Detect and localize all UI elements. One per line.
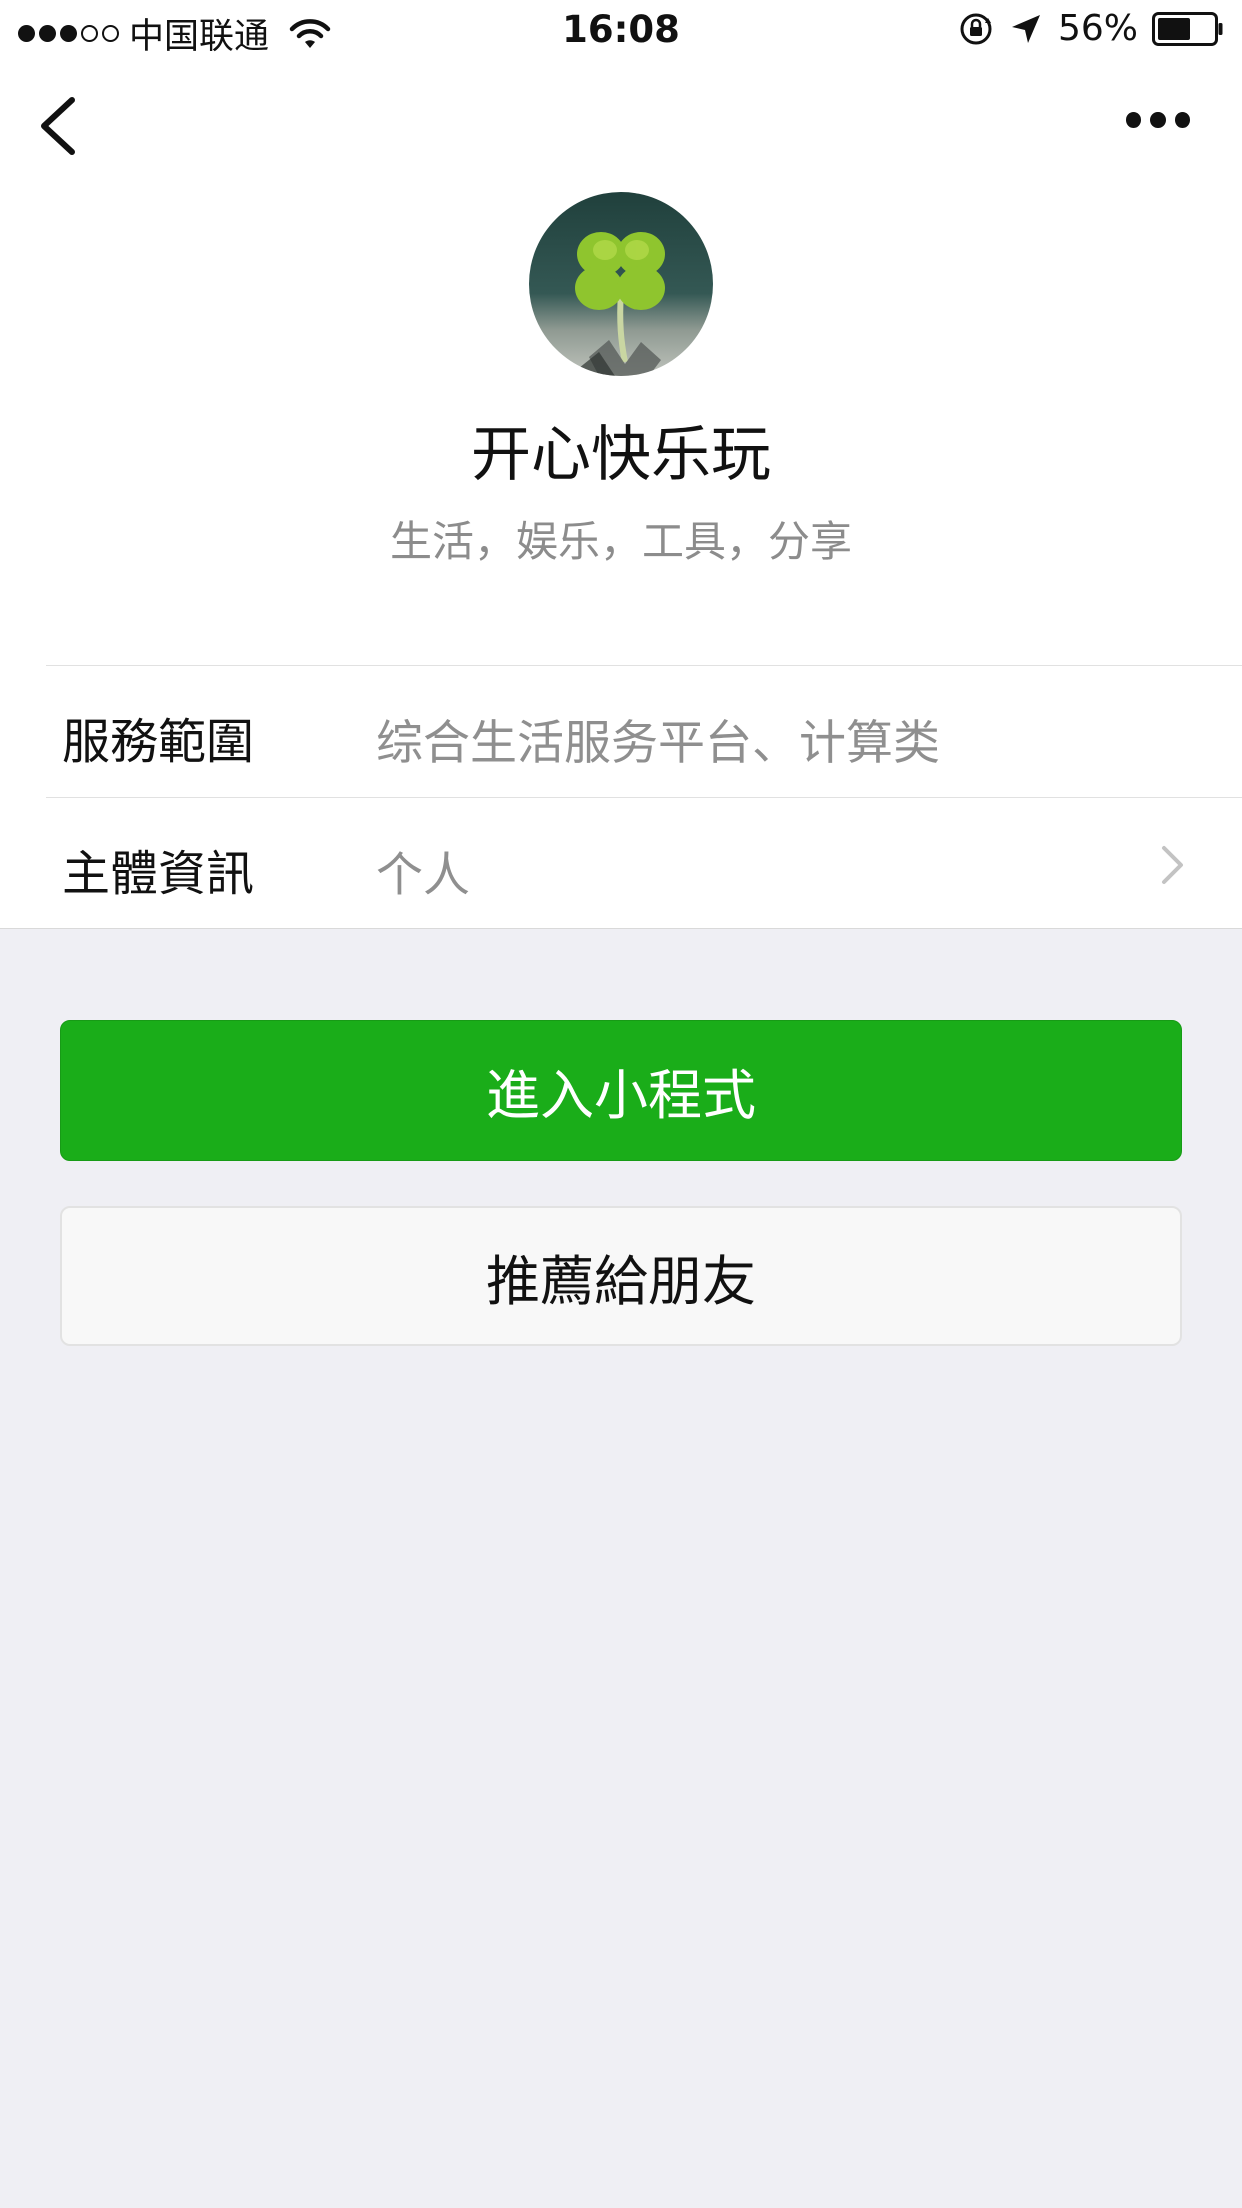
subject-info-label: 主體資訊: [62, 846, 255, 902]
four-leaf-clover-avatar: [529, 192, 713, 376]
app-tags: 生活，娱乐，工具，分享: [389, 517, 852, 566]
service-scope-row: 服務範圍 综合生活服务平台、计算类: [46, 665, 1242, 797]
rotation-lock-icon: [960, 13, 992, 44]
subject-info-value: 个人: [376, 848, 470, 903]
service-scope-value: 综合生活服务平台、计算类: [376, 716, 940, 771]
app-name: 开心快乐玩: [471, 420, 771, 490]
location-arrow-icon: [1011, 14, 1040, 43]
enter-mini-program-button[interactable]: 進入小程式: [60, 1020, 1182, 1161]
battery-icon: [1152, 11, 1223, 46]
profile-header-area: 中国联通 16:08 56% 开心快乐玩 生活，娱乐，工具，分享 服務範圍 综合…: [0, 0, 1242, 929]
battery-percentage: 56%: [1057, 8, 1138, 49]
status-bar: 中国联通 16:08 56%: [0, 0, 1242, 62]
more-dots-icon[interactable]: [1126, 112, 1190, 128]
recommend-to-friends-button[interactable]: 推薦給朋友: [60, 1206, 1182, 1346]
chevron-right-icon: [1162, 846, 1183, 884]
status-right: 56%: [958, 8, 1224, 49]
mini-program-profile-page: 中国联通 16:08 56% 开心快乐玩 生活，娱乐，工具，分享 服務範圍 综合…: [0, 0, 1242, 2208]
back-chevron-icon[interactable]: [36, 94, 82, 158]
service-scope-label: 服務範圍: [62, 714, 255, 770]
subject-info-row[interactable]: 主體資訊 个人: [46, 797, 1242, 929]
